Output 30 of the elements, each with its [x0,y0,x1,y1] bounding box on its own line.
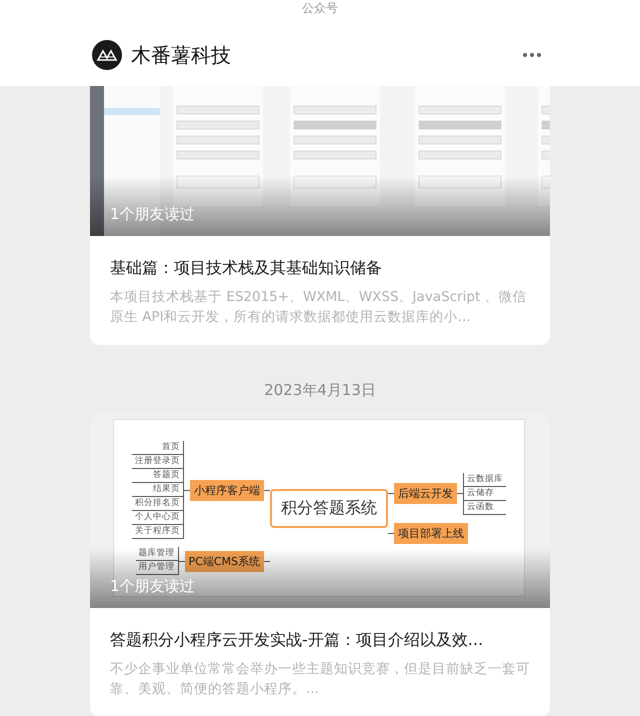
article-title: 基础篇：项目技术栈及其基础知识储备 [110,258,383,279]
mind-map-leaf: 云数据库 [464,472,506,486]
article-title: 答题积分小程序云开发实战-开篇：项目介绍以及效... [110,630,484,651]
mind-map-leaf: 云函数 [464,500,506,514]
mind-map-leaf: 注册登录页 [132,455,183,469]
more-icon[interactable] [522,52,542,58]
date-label: 2023年4月13日 [264,380,376,401]
account-avatar[interactable] [92,40,122,70]
account-name: 木番薯科技 [131,42,231,68]
mind-map-leaf: 题库管理 [136,547,178,561]
article-card[interactable]: 1个朋友读过 基础篇：项目技术栈及其基础知识储备 本项目技术栈基于 ES2015+、WXML、WXSS、JavaScript 、微信原生 API和云开发，所有的请求数据都使用云数据库的小... [90,86,550,345]
friends-read-label: 1个朋友读过 [110,205,195,224]
article-card[interactable]: 首页 注册登录页 答题页 结果页 积分排名页 个人中心页 关于程序页 小程序客户端 题库管理 用户管理 PC端CMS系统 积分答题系统 后端云开发 云数据库 云储存 云函数 项目部署上线 1个朋友读过 答题积分小程序云开发实战-开篇：项目介绍以及效... 不少企事业单位常常会举办一些主题知识竞赛，但是目前缺乏一套可靠、美观、简便的答题小程序。... [90,414,550,716]
page-title: 公众号 [301,0,339,16]
mind-map-leaf: 积分排名页 [132,497,183,511]
mind-map-center: 积分答题系统 [270,488,388,528]
mind-map-branch: 后端云开发 [394,483,457,504]
mind-map-leaf: 用户管理 [136,561,178,575]
mind-map-leaf: 首页 [132,441,183,455]
friends-read-label: 1个朋友读过 [110,577,195,596]
article-summary: 本项目技术栈基于 ES2015+、WXML、WXSS、JavaScript 、微信原生 API和云开发，所有的请求数据都使用云数据库的小... [110,288,528,327]
mind-map-leaf: 结果页 [132,483,183,497]
mind-map-branch: PC端CMS系统 [184,550,264,572]
article-summary: 不少企事业单位常常会举办一些主题知识竞赛，但是目前缺乏一套可靠、美观、简便的答题小程序。... [110,660,530,699]
mind-map-branch: 小程序客户端 [190,480,264,500]
mind-map-leaf: 云储存 [464,486,506,500]
mind-map-branch: 项目部署上线 [394,522,468,544]
mind-map-leaf: 关于程序页 [132,525,183,539]
mind-map-leaf: 答题页 [132,469,183,483]
mind-map-leaf: 个人中心页 [132,511,183,525]
